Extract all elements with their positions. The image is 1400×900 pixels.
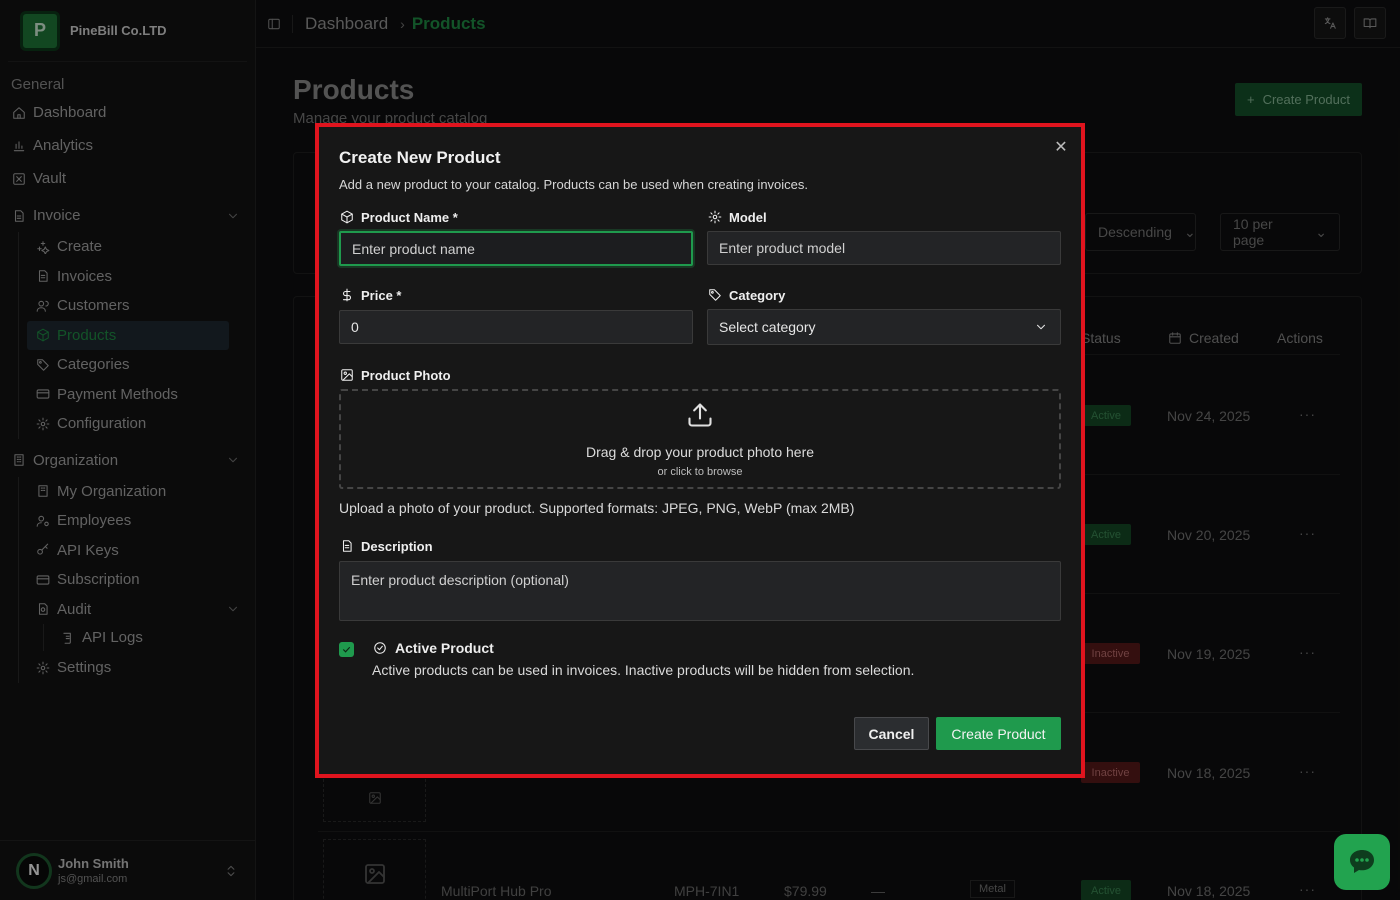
label-text: Active Product [395,640,494,656]
label-text: Category [729,287,786,303]
active-product-label[interactable]: Active Product [372,640,494,656]
package-icon [339,209,355,225]
dialog-description: Add a new product to your catalog. Produ… [339,177,809,192]
image-icon [339,367,355,383]
category-label: Category [707,287,785,303]
circle-check-icon [372,640,388,656]
create-product-submit-button[interactable]: Create Product [936,717,1061,750]
description-textarea[interactable] [339,561,1061,621]
model-label: Model [707,209,767,225]
dropzone-text: Drag & drop your product photo here [585,443,815,460]
cancel-button[interactable]: Cancel [854,717,929,750]
price-label: Price * [339,287,401,303]
tag-icon [707,287,723,303]
gear-icon [707,209,723,225]
active-product-description: Active products can be used in invoices.… [372,662,915,678]
description-label: Description [339,538,433,554]
close-icon[interactable]: ✕ [1053,139,1069,156]
check-icon [342,646,351,653]
active-product-checkbox[interactable] [339,642,354,657]
product-name-label: Product Name * [339,209,458,225]
product-name-input[interactable] [339,231,693,266]
model-input[interactable] [707,231,1061,265]
chat-button[interactable] [1334,834,1390,890]
photo-help-text: Upload a photo of your product. Supporte… [339,500,855,516]
category-select-value: Select category [719,319,816,335]
file-text-icon [339,538,355,554]
dropzone-subtext: or click to browse [657,465,743,478]
label-text: Model [729,209,767,225]
label-text: Price * [361,287,402,303]
chevron-down-icon [1033,319,1049,335]
label-text: Product Photo [361,367,451,383]
chat-icon [1350,850,1374,873]
photo-dropzone[interactable]: Drag & drop your product photo here or c… [339,389,1061,489]
upload-icon [686,401,714,434]
label-text: Product Name * [361,209,458,225]
dialog-title: Create New Product [339,148,501,167]
product-photo-label: Product Photo [339,367,451,383]
dollar-icon [339,287,355,303]
category-select[interactable]: Select category [707,309,1061,345]
label-text: Description [361,538,433,554]
price-input[interactable] [339,310,693,344]
create-product-dialog: ✕ Create New Product Add a new product t… [319,127,1081,774]
